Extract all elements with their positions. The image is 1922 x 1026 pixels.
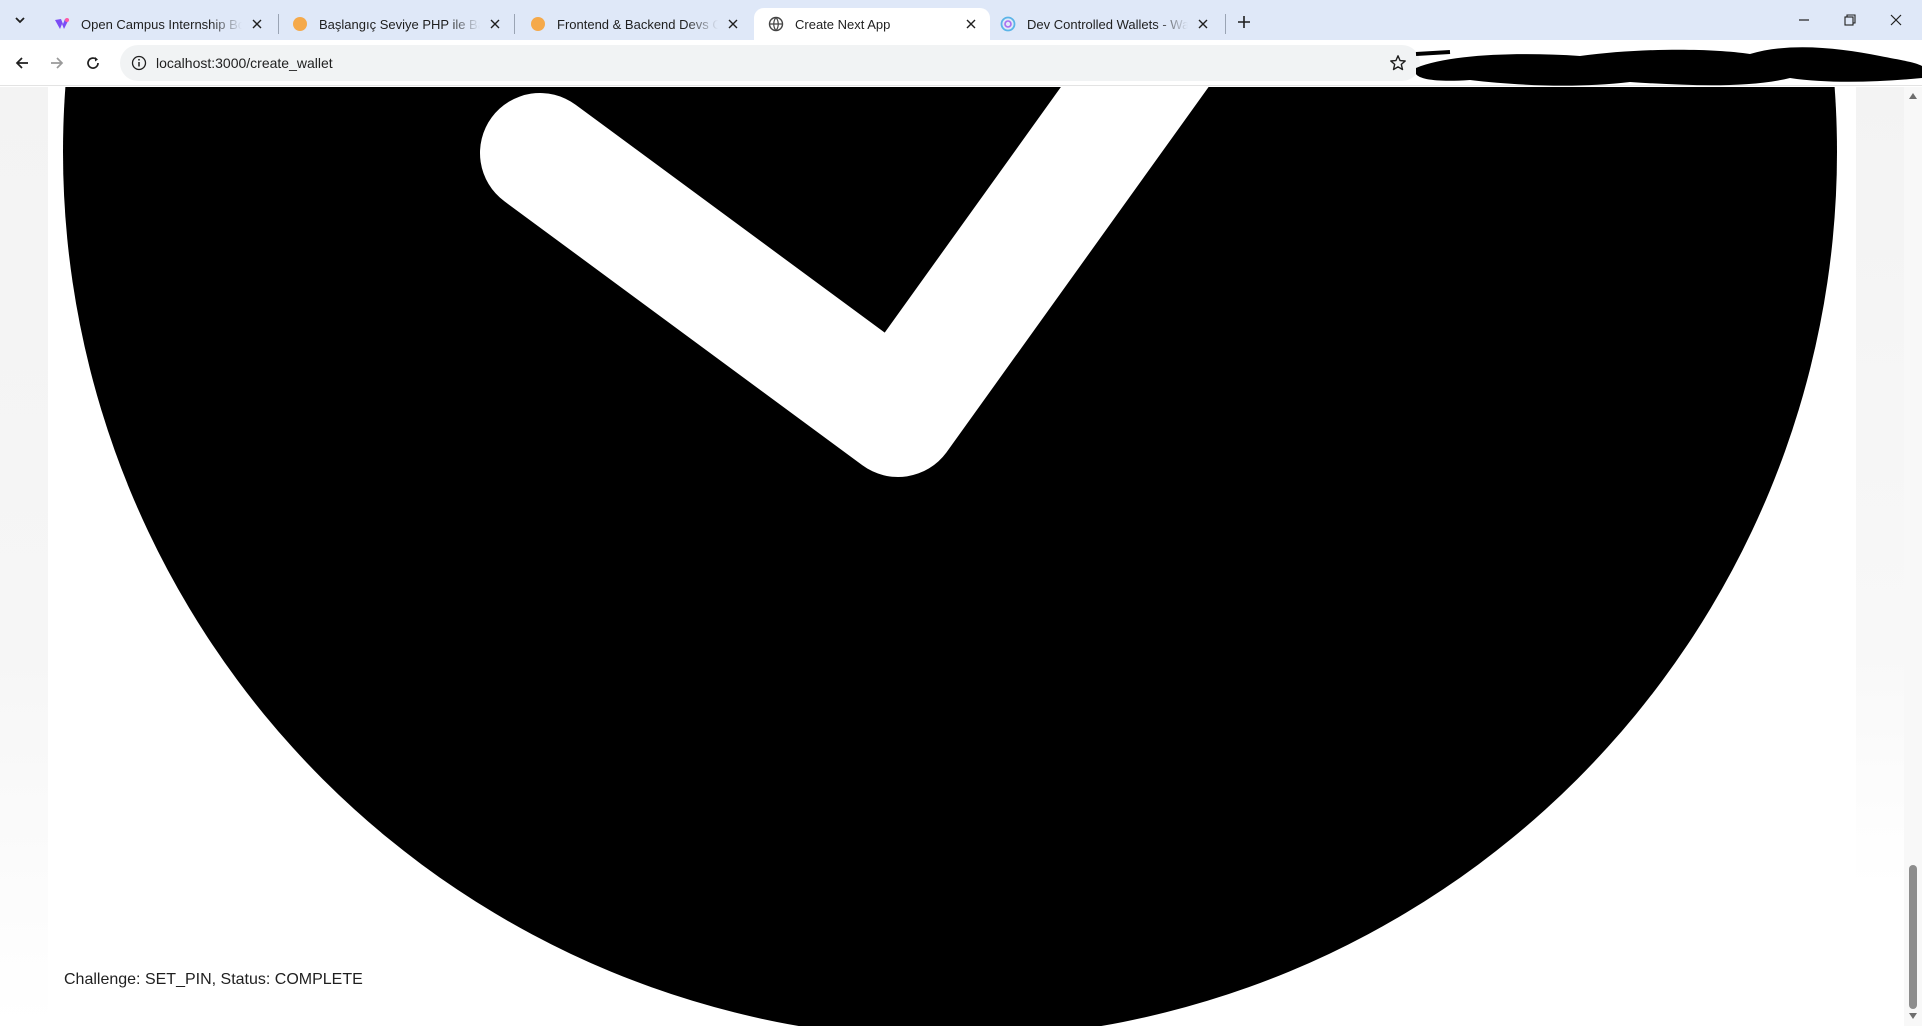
scroll-down-arrow-icon[interactable] — [1908, 1011, 1918, 1021]
page-viewport: Challenge: SET_PIN, Status: COMPLETE — [0, 87, 1922, 1026]
tab-frontend-backend[interactable]: Frontend & Backend Devs Chall — [516, 8, 752, 40]
tab-strip: Open Campus Internship Bootc Başlangıç S… — [0, 0, 1922, 40]
close-icon — [1890, 14, 1902, 26]
url-text: localhost:3000/create_wallet — [156, 55, 333, 71]
back-button[interactable] — [8, 49, 36, 77]
tab-title: Başlangıç Seviye PHP ile Backen — [319, 16, 480, 32]
tab-title: Open Campus Internship Bootc — [81, 16, 242, 32]
tab-search-button[interactable] — [6, 6, 34, 34]
close-icon[interactable] — [1194, 15, 1212, 33]
forward-button[interactable] — [43, 49, 71, 77]
minimize-icon — [1799, 19, 1809, 21]
plus-icon — [1238, 16, 1250, 28]
tab-title: Dev Controlled Wallets - Wallet — [1027, 16, 1188, 32]
restore-button[interactable] — [1827, 0, 1873, 40]
close-icon[interactable] — [248, 15, 266, 33]
close-icon[interactable] — [962, 15, 980, 33]
restore-icon — [1844, 14, 1856, 26]
orange-circle-favicon — [292, 16, 308, 32]
vertical-scrollbar[interactable] — [1904, 87, 1922, 1026]
reload-icon — [87, 57, 99, 69]
scroll-up-arrow-icon[interactable] — [1908, 91, 1918, 101]
site-info-icon[interactable] — [130, 54, 148, 72]
scrollbar-thumb[interactable] — [1909, 865, 1917, 1009]
tab-title: Frontend & Backend Devs Chall — [557, 16, 718, 32]
chevron-down-icon — [15, 17, 25, 24]
tab-open-campus[interactable]: Open Campus Internship Bootc — [40, 8, 276, 40]
close-icon[interactable] — [724, 15, 742, 33]
orange-circle-favicon — [530, 16, 546, 32]
tab-separator — [1225, 14, 1226, 34]
challenge-status-text: Challenge: SET_PIN, Status: COMPLETE — [64, 971, 363, 988]
open-campus-favicon — [54, 16, 70, 32]
address-bar[interactable]: localhost:3000/create_wallet — [120, 45, 1420, 81]
arrow-left-icon — [15, 57, 28, 69]
redaction-scribble — [1415, 47, 1922, 86]
new-tab-button[interactable] — [1230, 8, 1258, 36]
tab-create-next-app[interactable]: Create Next App — [754, 8, 990, 40]
reload-button[interactable] — [79, 49, 107, 77]
close-icon[interactable] — [486, 15, 504, 33]
circle-logo-favicon — [1000, 16, 1016, 32]
tab-dev-controlled-wallets[interactable]: Dev Controlled Wallets - Wallet — [986, 8, 1222, 40]
arrow-right-icon — [51, 57, 64, 69]
tab-php-backend[interactable]: Başlangıç Seviye PHP ile Backen — [278, 8, 514, 40]
minimize-button[interactable] — [1781, 0, 1827, 40]
close-window-button[interactable] — [1873, 0, 1919, 40]
tab-title: Create Next App — [795, 16, 891, 32]
tab-separator — [514, 14, 515, 34]
check-circle-icon — [63, 87, 1837, 1026]
bookmark-star-icon[interactable] — [1388, 53, 1408, 73]
globe-icon — [768, 16, 784, 32]
